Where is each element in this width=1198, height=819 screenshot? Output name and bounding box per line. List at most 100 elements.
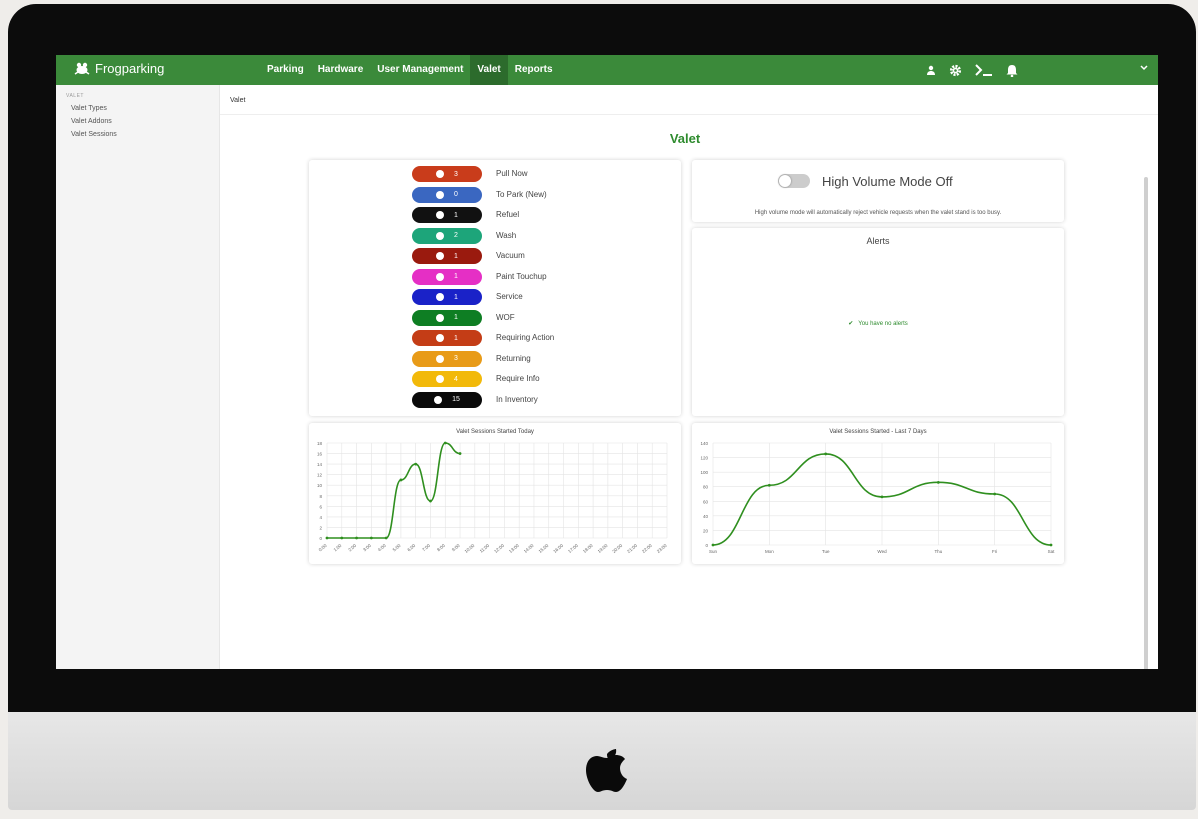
today-chart: 0 2 4 6 8 10 12 14 16 18 0:00 1:00 2:00 3:00 4:00 5:00 6…: [317, 441, 668, 554]
status-count: 1: [454, 293, 458, 301]
status-label[interactable]: Require Info: [496, 374, 540, 383]
brand[interactable]: Frogparking: [74, 61, 164, 76]
status-pill[interactable]: 1: [412, 289, 482, 305]
x-tick-label: 22:00: [641, 543, 653, 554]
x-tick-label: 18:00: [582, 543, 594, 554]
data-point: [443, 441, 447, 445]
status-pill[interactable]: 1: [412, 309, 482, 326]
status-count: 1: [454, 211, 458, 219]
sidebar-item-valet-addons[interactable]: Valet Addons: [71, 118, 219, 125]
status-label[interactable]: WOF: [496, 313, 515, 322]
bell-icon[interactable]: [1006, 64, 1018, 77]
data-point: [340, 536, 344, 540]
data-point: [880, 495, 884, 499]
y-tick-label: 0: [705, 543, 708, 548]
status-pill[interactable]: 3: [412, 350, 482, 367]
status-pill[interactable]: 2: [412, 227, 482, 244]
week-chart-title: Valet Sessions Started - Last 7 Days: [829, 429, 927, 435]
data-point: [767, 483, 771, 487]
x-tick-label: 13:00: [508, 543, 520, 554]
x-tick-label: 17:00: [567, 543, 579, 554]
status-pill[interactable]: 1: [412, 207, 482, 223]
high-volume-toggle[interactable]: [778, 174, 810, 188]
status-pill[interactable]: 3: [412, 166, 482, 182]
status-count: 3: [454, 170, 458, 178]
status-pill[interactable]: 0: [412, 186, 482, 203]
y-tick-label: 40: [703, 514, 709, 519]
status-pill[interactable]: 1: [412, 268, 482, 285]
status-label[interactable]: Paint Touchup: [496, 272, 547, 281]
fuel-pump-icon: [436, 211, 445, 219]
status-label[interactable]: Returning: [496, 354, 531, 363]
sidebar-item-valet-types[interactable]: Valet Types: [71, 105, 219, 112]
data-point: [993, 492, 997, 496]
status-label[interactable]: Wash: [496, 231, 516, 240]
x-tick-label: 6:00: [406, 543, 416, 553]
parking-icon: [436, 190, 445, 199]
status-label[interactable]: Pull Now: [496, 169, 528, 178]
data-point: [369, 536, 373, 540]
plus-circle-icon: [436, 170, 445, 178]
chevron-down-icon[interactable]: [1140, 63, 1148, 74]
status-count: 1: [454, 273, 458, 280]
x-tick-label: Wed: [877, 549, 887, 554]
week-chart: 0 20 40 60 80 100 120 140 Sun Mon Tue Wed Thu Fri Sat: [700, 441, 1056, 554]
x-tick-label: 2:00: [347, 543, 357, 553]
status-label[interactable]: To Park (New): [496, 190, 547, 199]
y-tick-label: 2: [319, 525, 322, 530]
y-tick-label: 18: [317, 441, 323, 446]
series-line: [326, 442, 461, 539]
terminal-icon[interactable]: [975, 64, 993, 76]
data-point: [429, 499, 432, 503]
nav-parking[interactable]: Parking: [260, 55, 311, 85]
x-tick-label: 10:00: [464, 543, 476, 554]
y-tick-label: 6: [319, 504, 322, 509]
status-label[interactable]: Service: [496, 292, 523, 301]
x-tick-label: Fri: [992, 549, 997, 554]
status-label[interactable]: Requiring Action: [496, 333, 554, 342]
y-tick-label: 12: [317, 473, 323, 478]
nav-hardware[interactable]: Hardware: [311, 55, 371, 85]
x-tick-label: Tue: [822, 549, 830, 554]
status-label[interactable]: In Inventory: [496, 395, 538, 404]
sidebar-item-valet-sessions[interactable]: Valet Sessions: [71, 131, 219, 138]
x-tick-label: 7:00: [421, 543, 431, 553]
main-content: Valet 3 Pull Now 0 To Park (New) 1 Refuel 2 Was…: [220, 115, 1150, 669]
x-tick-label: 12:00: [493, 543, 505, 554]
data-point: [325, 536, 329, 540]
nav-links: Parking Hardware User Management Valet R…: [260, 55, 560, 85]
sidebar-section-title: VALET: [66, 93, 84, 99]
gear-icon[interactable]: [949, 64, 962, 77]
return-icon: [436, 354, 445, 363]
top-nav: Frogparking Parking Hardware User Manage…: [56, 55, 1158, 85]
high-volume-description: High volume mode will automatically reje…: [754, 210, 1002, 216]
breadcrumb: Valet: [220, 85, 1158, 115]
scrollbar[interactable]: [1144, 177, 1148, 669]
y-tick-label: 120: [700, 456, 708, 461]
frog-logo-icon: [74, 62, 90, 75]
nav-user-management[interactable]: User Management: [370, 55, 470, 85]
status-pill[interactable]: 4: [412, 371, 482, 387]
y-tick-label: 140: [700, 441, 708, 446]
data-point: [414, 462, 418, 466]
x-tick-label: 8:00: [436, 543, 446, 553]
user-icon[interactable]: [926, 65, 936, 75]
status-label[interactable]: Vacuum: [496, 251, 525, 260]
x-tick-label: Sat: [1048, 549, 1056, 554]
no-alerts-message: ✔ You have no alerts: [692, 320, 1064, 327]
status-label[interactable]: Refuel: [496, 210, 519, 219]
status-pill[interactable]: 15: [412, 391, 482, 408]
status-pill[interactable]: 1: [412, 248, 482, 264]
status-pill[interactable]: 1: [412, 330, 482, 346]
x-tick-label: 9:00: [451, 543, 461, 553]
y-tick-label: 60: [703, 499, 709, 504]
x-tick-label: 21:00: [626, 543, 638, 554]
nav-valet[interactable]: Valet: [470, 55, 508, 85]
sidebar: VALET Valet Types Valet Addons Valet Ses…: [56, 85, 220, 669]
question-circle-icon: [436, 375, 445, 383]
check-circle-icon: [436, 313, 445, 322]
vacuum-icon: [436, 252, 445, 260]
x-tick-label: 5:00: [392, 543, 402, 553]
alerts-card: Alerts ✔ You have no alerts: [692, 228, 1064, 416]
nav-reports[interactable]: Reports: [508, 55, 560, 85]
